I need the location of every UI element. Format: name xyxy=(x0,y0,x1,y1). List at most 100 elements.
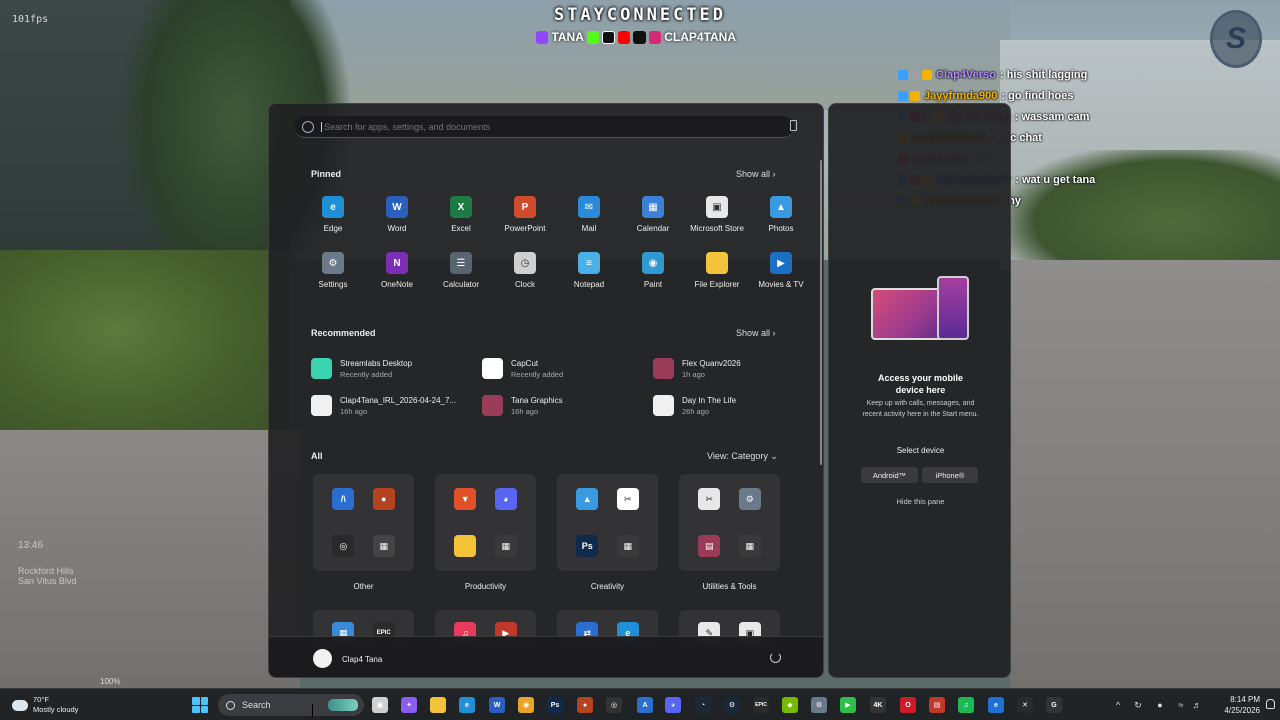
edge-beta-icon[interactable]: e xyxy=(988,697,1004,713)
steam-like-icon[interactable]: ◔ xyxy=(695,697,711,713)
recommended-item-text: Flex Quanv2026 1h ago xyxy=(682,359,741,379)
start-search-box[interactable] xyxy=(294,116,794,138)
search-icon xyxy=(302,120,314,133)
edge-icon[interactable]: e xyxy=(459,697,475,713)
spotify-icon[interactable]: ♫ xyxy=(958,697,974,713)
view-category-button[interactable]: View: Category ⌄ xyxy=(707,451,778,462)
recommended-item-time: Recently added xyxy=(511,369,564,379)
calculator-icon: ☰ xyxy=(450,252,472,274)
recommended-show-all-button[interactable]: Show all › xyxy=(736,328,776,338)
word-like-icon[interactable]: W xyxy=(489,697,505,713)
arch-icon[interactable]: A xyxy=(637,697,653,713)
recommended-item[interactable]: Flex Quanv2026 1h ago xyxy=(653,355,801,382)
pinned-show-all-button[interactable]: Show all › xyxy=(736,169,776,179)
recommended-item-text: Day In The Life 26h ago xyxy=(682,396,736,416)
notification-bell-icon[interactable] xyxy=(1266,699,1275,709)
gog-icon[interactable]: G xyxy=(1046,697,1062,713)
chevron-up-icon[interactable]: ^ xyxy=(1113,700,1123,710)
recommended-item[interactable]: Clap4Tana_IRL_2026-04-24_7... 16h ago xyxy=(311,392,482,419)
play-icon[interactable]: ▶ xyxy=(840,697,856,713)
pinned-app-label: Word xyxy=(387,224,407,233)
chrome-icon[interactable]: ◉ xyxy=(518,697,534,713)
pinned-app-clock[interactable]: ◷ Clock xyxy=(493,252,557,296)
file-explorer-icon xyxy=(454,535,477,557)
sync-icon[interactable]: ↻ xyxy=(1133,700,1143,710)
pinned-app-label: Excel xyxy=(451,224,471,233)
voice-icon[interactable]: ▤ xyxy=(929,697,945,713)
category-utilities-tools[interactable]: ✂ ⚙ ▤ ▦ Utilities & Tools xyxy=(679,474,780,614)
category-folder[interactable]: ▼ ◕ ▦ xyxy=(435,474,536,571)
pinned-app-powerpoint[interactable]: P PowerPoint xyxy=(493,196,557,240)
windows-start-button[interactable] xyxy=(192,697,208,713)
steam-icon[interactable]: ⚙ xyxy=(724,697,740,713)
pinned-app-onenote[interactable]: N OneNote xyxy=(365,252,429,296)
recommended-item-text: CapCut Recently added xyxy=(511,359,563,379)
recommended-item[interactable]: Streamlabs Desktop Recently added xyxy=(311,355,482,382)
recommended-item-name: Day In The Life xyxy=(682,395,737,405)
android-button[interactable]: Android™ xyxy=(861,467,918,483)
file-explorer-icon[interactable] xyxy=(430,697,446,713)
pinned-app-paint[interactable]: ◉ Paint xyxy=(621,252,685,296)
start-scrollbar[interactable] xyxy=(820,160,822,465)
category-other[interactable]: /\ ● ◎ ▦ Other xyxy=(313,474,414,614)
pinned-app-file-explorer[interactable]: File Explorer xyxy=(685,252,749,296)
phone-link-icon[interactable] xyxy=(790,120,797,131)
pinned-app-mail[interactable]: ✉ Mail xyxy=(557,196,621,240)
pinned-app-word[interactable]: W Word xyxy=(365,196,429,240)
pinned-app-photos[interactable]: ▲ Photos xyxy=(749,196,813,240)
hud-percent: 100% xyxy=(100,677,121,686)
pinned-app-settings[interactable]: ⚙ Settings xyxy=(301,252,365,296)
iphone-button[interactable]: iPhone® xyxy=(922,467,978,483)
pinned-app-calendar[interactable]: ▦ Calendar xyxy=(621,196,685,240)
start-search-input[interactable] xyxy=(321,121,761,132)
stream-socials: TANA CLAP4TANA xyxy=(536,29,736,45)
pinned-app-label: Notepad xyxy=(573,280,605,289)
notepad-icon: ≡ xyxy=(578,252,600,274)
task-view-icon[interactable]: ▣ xyxy=(372,697,388,713)
discord-icon[interactable]: ◕ xyxy=(665,697,681,713)
taskbar-search[interactable]: Search xyxy=(218,694,364,716)
category-folder[interactable]: ✂ ⚙ ▤ ▦ xyxy=(679,474,780,571)
power-icon[interactable] xyxy=(770,652,781,663)
photoshop-icon[interactable]: Ps xyxy=(547,697,563,713)
category-label: Productivity xyxy=(464,582,507,591)
opera-icon[interactable]: O xyxy=(900,697,916,713)
user-avatar[interactable] xyxy=(313,649,332,668)
volume-icon[interactable]: ♬ xyxy=(1192,700,1202,710)
category-creativity[interactable]: ▲ ✂ Ps ▦ Creativity xyxy=(557,474,658,614)
pinned-app-label: Calendar xyxy=(636,224,670,233)
hide-pane-button[interactable]: Hide this pane xyxy=(829,497,1012,506)
obs-icon[interactable]: ◎ xyxy=(606,697,622,713)
epic-icon[interactable]: EPIC xyxy=(753,697,769,713)
wifi-icon[interactable]: ≈ xyxy=(1176,700,1186,710)
video-file-icon xyxy=(653,395,674,416)
mic-icon[interactable]: ● xyxy=(1155,700,1165,710)
discord-icon: ◕ xyxy=(494,488,517,510)
pinned-app-calculator[interactable]: ☰ Calculator xyxy=(429,252,493,296)
pinned-app-edge[interactable]: e Edge xyxy=(301,196,365,240)
hud-location-area: Rockford Hills xyxy=(18,566,74,576)
recommended-item[interactable]: CapCut Recently added xyxy=(482,355,653,382)
4k-icon[interactable]: 4K xyxy=(870,697,886,713)
weather-widget[interactable]: 70°F Mostly cloudy xyxy=(12,695,78,715)
pinned-app-excel[interactable]: X Excel xyxy=(429,196,493,240)
category-productivity[interactable]: ▼ ◕ ▦ Productivity xyxy=(435,474,536,614)
recommended-item[interactable]: Day In The Life 26h ago xyxy=(653,392,801,419)
taskbar-clock[interactable]: 8:14 PM 4/25/2026 xyxy=(1206,694,1260,716)
brave-icon[interactable]: ● xyxy=(577,697,593,713)
pinned-app-microsoft-store[interactable]: ▣ Microsoft Store xyxy=(685,196,749,240)
nvidia-icon[interactable]: ◆ xyxy=(782,697,798,713)
xbox-icon[interactable]: ✕ xyxy=(1017,697,1033,713)
category-folder[interactable]: ▲ ✂ Ps ▦ xyxy=(557,474,658,571)
pinned-app-movies-tv[interactable]: ▶ Movies & TV xyxy=(749,252,813,296)
settings-icon[interactable]: ⚙ xyxy=(811,697,827,713)
category-label: Creativity xyxy=(590,582,625,591)
pane-description: Keep up with calls, messages, and recent… xyxy=(862,400,979,418)
pinned-app-notepad[interactable]: ≡ Notepad xyxy=(557,252,621,296)
recommended-item-name: Clap4Tana_IRL_2026-04-24_7... xyxy=(340,395,457,405)
user-name[interactable]: Clap4 Tana xyxy=(342,655,382,664)
recommended-item[interactable]: Tana Graphics 16h ago xyxy=(482,392,653,419)
copilot-icon[interactable]: ✦ xyxy=(401,697,417,713)
taskbar-search-label: Search xyxy=(242,700,271,710)
category-folder[interactable]: /\ ● ◎ ▦ xyxy=(313,474,414,571)
